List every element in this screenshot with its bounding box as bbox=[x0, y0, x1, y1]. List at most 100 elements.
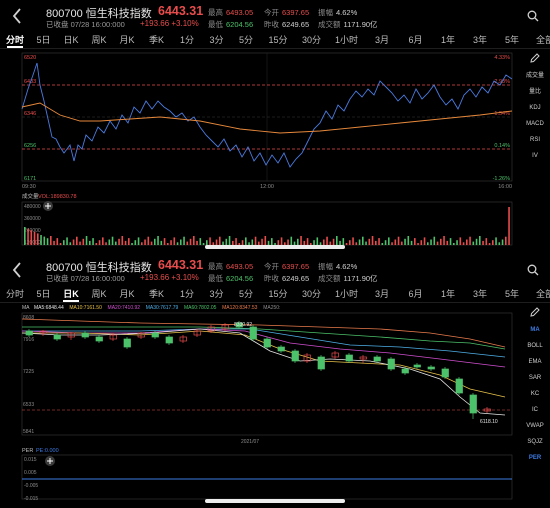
volume-bar bbox=[381, 243, 384, 245]
tab-9[interactable]: 5分 bbox=[231, 286, 261, 302]
volume-bar bbox=[280, 237, 283, 245]
search-icon bbox=[527, 10, 539, 22]
tab-3[interactable]: 日K bbox=[57, 32, 85, 48]
ma-legend-item: MA120:8347.53 bbox=[222, 305, 258, 311]
indicator-kdj[interactable]: KDJ bbox=[520, 100, 550, 116]
tab-17[interactable]: 5年 bbox=[496, 32, 528, 48]
tab-4[interactable]: 周K bbox=[85, 32, 113, 48]
tab-14[interactable]: 6月 bbox=[399, 32, 432, 48]
tab-18[interactable]: 全部 bbox=[528, 286, 550, 302]
indicator-sqjz[interactable]: SQJZ bbox=[520, 434, 550, 450]
tab-10[interactable]: 15分 bbox=[261, 32, 295, 48]
indicator-kc[interactable]: KC bbox=[520, 386, 550, 402]
volume-bar bbox=[76, 236, 78, 245]
tab-12[interactable]: 1小时 bbox=[328, 286, 365, 302]
home-indicator[interactable] bbox=[205, 245, 345, 249]
back-button[interactable] bbox=[6, 4, 28, 28]
tab-13[interactable]: 3月 bbox=[365, 286, 399, 302]
volume-bar bbox=[371, 236, 374, 245]
tab-15[interactable]: 1年 bbox=[432, 32, 464, 48]
volume-bar bbox=[98, 240, 101, 245]
tab-15[interactable]: 1年 bbox=[432, 286, 464, 302]
tab-18[interactable]: 全部 bbox=[528, 32, 550, 48]
volume-bar bbox=[436, 241, 439, 245]
tab-17[interactable]: 5年 bbox=[496, 286, 528, 302]
indicator-rsi[interactable]: RSI bbox=[520, 132, 550, 148]
open-quote: 今开 6397.65 bbox=[264, 8, 310, 17]
market-status: 已收盘 07/28 16:00:000 bbox=[46, 20, 125, 29]
indicator-量比[interactable]: 量比 bbox=[520, 84, 550, 100]
volume-bar bbox=[449, 238, 452, 245]
per-value: PE:0.000 bbox=[36, 448, 59, 454]
tab-14[interactable]: 6月 bbox=[399, 286, 432, 302]
tab-5[interactable]: 月K bbox=[113, 32, 141, 48]
back-button[interactable] bbox=[6, 258, 28, 282]
indicator-sar[interactable]: SAR bbox=[520, 370, 550, 386]
tab-4[interactable]: 周K bbox=[85, 286, 113, 302]
search-button[interactable] bbox=[522, 258, 544, 282]
volume-bar bbox=[137, 237, 140, 245]
volume-bar bbox=[336, 236, 338, 245]
tab-8[interactable]: 3分 bbox=[202, 32, 231, 48]
volume-bar bbox=[440, 238, 442, 245]
candle-body bbox=[317, 356, 325, 370]
volume-bar bbox=[63, 240, 65, 245]
tab-16[interactable]: 3年 bbox=[464, 32, 496, 48]
indicator-iv[interactable]: IV bbox=[520, 148, 550, 164]
tab-1[interactable]: 分时 bbox=[0, 286, 30, 302]
indicator-ema[interactable]: EMA bbox=[520, 354, 550, 370]
volume-tick: 360000 bbox=[24, 216, 41, 222]
tab-13[interactable]: 3月 bbox=[365, 32, 399, 48]
tab-8[interactable]: 3分 bbox=[202, 286, 231, 302]
add-indicator-button[interactable] bbox=[45, 456, 55, 466]
volume-bar bbox=[401, 241, 403, 245]
home-indicator[interactable] bbox=[205, 499, 345, 503]
tab-5[interactable]: 月K bbox=[113, 286, 141, 302]
indicator-sidebar: 成交量 量比 KDJ MACD RSI IV bbox=[520, 48, 550, 164]
per-tick: -0.005 bbox=[24, 483, 38, 489]
add-indicator-button[interactable] bbox=[43, 201, 53, 211]
ma-legend-item: MA250: bbox=[263, 305, 280, 311]
tab-2[interactable]: 5日 bbox=[30, 32, 57, 48]
volume-bar bbox=[355, 242, 358, 245]
tab-7[interactable]: 1分 bbox=[172, 32, 202, 48]
volume-bar bbox=[404, 238, 406, 245]
volume-bar bbox=[394, 239, 397, 245]
x-label: 12:00 bbox=[260, 184, 274, 190]
indicator-vwap[interactable]: VWAP bbox=[520, 418, 550, 434]
tab-6[interactable]: 季K bbox=[141, 32, 172, 48]
chevron-left-icon bbox=[12, 262, 21, 278]
volume-bar bbox=[82, 238, 85, 245]
indicator-boll[interactable]: BOLL bbox=[520, 338, 550, 354]
volume-bar bbox=[193, 236, 195, 245]
indicator-成交量[interactable]: 成交量 bbox=[520, 68, 550, 84]
tab-12[interactable]: 1小时 bbox=[328, 32, 365, 48]
tab-9[interactable]: 5分 bbox=[231, 32, 261, 48]
edit-indicators-button[interactable] bbox=[520, 302, 550, 322]
tab-16[interactable]: 3年 bbox=[464, 286, 496, 302]
tab-11[interactable]: 30分 bbox=[295, 286, 328, 302]
indicator-macd[interactable]: MACD bbox=[520, 116, 550, 132]
tab-3[interactable]: 日K bbox=[57, 286, 85, 302]
prev-close-quote: 昨收 6249.65 bbox=[264, 274, 310, 283]
volume-bar bbox=[50, 236, 52, 245]
tab-11[interactable]: 30分 bbox=[295, 32, 328, 48]
volume-bar bbox=[160, 240, 163, 245]
tab-10[interactable]: 15分 bbox=[261, 286, 295, 302]
tab-2[interactable]: 5日 bbox=[30, 286, 57, 302]
volume-value: VOL:189830.78 bbox=[38, 194, 77, 200]
tab-6[interactable]: 季K bbox=[141, 286, 172, 302]
volume-bar bbox=[167, 243, 169, 245]
tab-1[interactable]: 分时 bbox=[0, 32, 30, 48]
edit-indicators-button[interactable] bbox=[520, 48, 550, 68]
search-button[interactable] bbox=[522, 4, 544, 28]
volume-bar bbox=[300, 236, 302, 245]
y-label-right: 0.14% bbox=[494, 143, 510, 149]
indicator-per[interactable]: PER bbox=[520, 450, 550, 466]
indicator-ic[interactable]: IC bbox=[520, 402, 550, 418]
tab-7[interactable]: 1分 bbox=[172, 286, 202, 302]
volume-bar bbox=[141, 242, 143, 245]
indicator-ma[interactable]: MA bbox=[520, 322, 550, 338]
volume-bar bbox=[144, 239, 146, 245]
volume-tick: 240000 bbox=[24, 228, 41, 234]
